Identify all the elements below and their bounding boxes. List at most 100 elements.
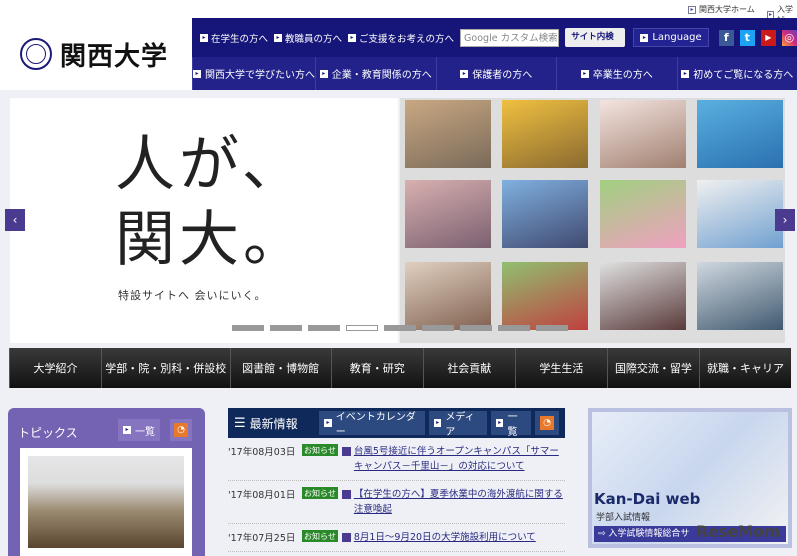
news-item: '17年08月03日 お知らせ 台風5号接近に伴うオープンキャンパス「サマーキャンパ… [228, 438, 565, 481]
news-tag: お知らせ [302, 530, 338, 542]
arrow-icon [341, 533, 351, 542]
youtube-icon[interactable]: ▶ [760, 29, 776, 46]
news-list: '17年08月03日 お知らせ 台風5号接近に伴うオープンキャンパス「サマーキャンパ… [228, 438, 565, 552]
nav-label: 保護者の方へ [472, 70, 533, 81]
instagram-icon[interactable]: ◎ [781, 29, 797, 46]
arrow-icon: ▸ [123, 426, 131, 434]
photo-tile[interactable] [405, 180, 491, 248]
site-logo[interactable]: 関西大学 [0, 18, 192, 90]
catch-line: 関大。 [115, 205, 307, 275]
photo-tile[interactable] [697, 100, 783, 168]
news-title-text: 8月1日～9月20日の大学施設利用について [353, 532, 536, 543]
slide-dot[interactable] [384, 325, 416, 331]
home-link[interactable]: ▸ 関西大学ホーム [688, 4, 755, 15]
slide-dot[interactable] [232, 325, 264, 331]
resemom-watermark: ReseMom [696, 522, 780, 541]
photo-tile[interactable] [697, 180, 783, 248]
nav-parents[interactable]: ▸ 保護者の方へ [435, 57, 557, 90]
home-link-label: 関西大学ホーム [699, 5, 755, 14]
news-date: '17年08月01日 [228, 490, 296, 501]
event-calendar-button[interactable]: ▸ イベントカレンダー [319, 411, 425, 438]
media-button[interactable]: ▸ メディア [428, 411, 488, 438]
photo-tile[interactable] [405, 262, 491, 330]
news-tag: お知らせ [302, 444, 338, 456]
nav-prospective[interactable]: ▸ 関西大学で学びたい方へ [192, 57, 315, 90]
news-list-button[interactable]: ▸ 一覧 [491, 411, 532, 438]
arrow-icon: ▸ [460, 69, 469, 78]
arrow-icon: ▸ [688, 5, 696, 14]
news-title-text: 【在学生の方へ】夏季休業中の海外渡航に関する注意喚起 [353, 489, 563, 515]
nav-label: 関西大学で学びたい方へ [205, 70, 315, 81]
language-button[interactable]: ▸ Language [633, 28, 709, 47]
main-nav-research[interactable]: 教育・研究 [330, 348, 423, 388]
next-slide-button[interactable]: › [775, 209, 795, 231]
language-label: Language [652, 32, 702, 43]
nav-alumni[interactable]: ▸ 卒業生の方へ [556, 57, 677, 90]
nav-label: 教職員の方へ [285, 33, 343, 45]
main-nav-campus-life[interactable]: 学生生活 [514, 348, 607, 388]
nav-label: 企業・教育関係の方へ [331, 70, 432, 81]
news-link[interactable]: 【在学生の方へ】夏季休業中の海外渡航に関する注意喚起 [341, 487, 565, 517]
nav-first-time[interactable]: ▸ 初めてご覧になる方へ [676, 57, 797, 90]
logo-text: 関西大学 [60, 41, 169, 72]
nav-students[interactable]: ▸ 在学生の方へ [200, 31, 268, 45]
slide-dot[interactable] [422, 325, 454, 331]
photo-tile[interactable] [502, 262, 588, 330]
news-rss-button[interactable]: ◔ [535, 411, 560, 435]
main-nav-career[interactable]: 就職・キャリア [698, 348, 791, 388]
slide-dot[interactable] [536, 325, 568, 331]
nav-staff[interactable]: ▸ 教職員の方へ [274, 31, 342, 45]
main-nav-faculties[interactable]: 学部・院・別科・併設校 [101, 348, 229, 388]
photo-tile[interactable] [600, 262, 686, 330]
rss-icon: ◔ [174, 423, 188, 437]
university-seal-icon [20, 38, 52, 70]
topics-list-button[interactable]: ▸ 一覧 [118, 419, 160, 441]
photo-tile[interactable] [600, 180, 686, 248]
topics-image[interactable] [20, 448, 192, 556]
slide-dot[interactable] [498, 325, 530, 331]
utility-bar: ▸関西大学ホーム ▸入学試 [0, 0, 797, 25]
slide-dot[interactable] [270, 325, 302, 331]
arrow-icon: ▸ [274, 33, 283, 42]
nav-support[interactable]: ▸ ご支援をお考えの方へ [348, 31, 454, 45]
main-nav-social[interactable]: 社会貢献 [422, 348, 515, 388]
arrow-icon: ▸ [324, 419, 332, 427]
main-nav-library[interactable]: 図書館・博物館 [229, 348, 331, 388]
news-panel: ☰ 最新情報 ▸ イベントカレンダー ▸ メディア ▸ 一覧 ◔ '17年08月03日… [228, 408, 565, 556]
search-button[interactable]: サイト内検索 [565, 28, 626, 61]
news-item: '17年08月01日 お知らせ 【在学生の方へ】夏季休業中の海外渡航に関する注意喚起 [228, 481, 565, 524]
button-label: 一覧 [507, 412, 518, 438]
main-nav-international[interactable]: 国際交流・留学 [606, 348, 699, 388]
slide-dot[interactable] [308, 325, 340, 331]
news-tag: お知らせ [302, 487, 338, 499]
kandai-web-banner[interactable]: Kan-Dai web 学部入試情報 ⇨ 入学試験情報総合サ ReseMom [588, 408, 792, 548]
search-input[interactable]: Google カスタム検索 [460, 28, 560, 47]
photo-tile[interactable] [697, 262, 783, 330]
main-nav: 大学紹介 学部・院・別科・併設校 図書館・博物館 教育・研究 社会貢献 学生生活… [9, 348, 791, 388]
arrow-icon: ▸ [681, 69, 690, 78]
visitor-nav: ▸ 関西大学で学びたい方へ ▸ 企業・教育関係の方へ ▸ 保護者の方へ ▸ 卒業生の方へ… [192, 57, 797, 90]
nav-business[interactable]: ▸ 企業・教育関係の方へ [315, 57, 436, 90]
twitter-icon[interactable]: t [739, 29, 755, 46]
photo-tile[interactable] [502, 180, 588, 248]
photo-tile[interactable] [502, 100, 588, 168]
arrow-icon: ▸ [193, 69, 201, 78]
button-label: メディア [445, 412, 475, 438]
topics-rss-button[interactable]: ◔ [170, 419, 192, 441]
hero-subtitle: 特設サイトへ 会いにいく。 [118, 289, 267, 302]
topics-title: トピックス [18, 426, 78, 440]
photo-tile[interactable] [600, 100, 686, 168]
news-link[interactable]: 8月1日～9月20日の大学施設利用について [341, 530, 536, 545]
facebook-icon[interactable]: f [718, 29, 734, 46]
news-date: '17年07月25日 [228, 533, 296, 544]
banner-title: Kan-Dai web [594, 490, 701, 508]
arrow-icon [341, 447, 351, 456]
photo-tile[interactable] [405, 100, 491, 168]
main-nav-about[interactable]: 大学紹介 [9, 348, 101, 388]
news-link[interactable]: 台風5号接近に伴うオープンキャンパス「サマーキャンパス－千里山－」の対応について [341, 444, 565, 474]
slide-dot[interactable] [460, 325, 492, 331]
slide-dot[interactable] [346, 325, 378, 331]
photo-grid [400, 98, 785, 343]
prev-slide-button[interactable]: ‹ [5, 209, 25, 231]
news-item: '17年07月25日 お知らせ 8月1日～9月20日の大学施設利用について [228, 524, 565, 552]
